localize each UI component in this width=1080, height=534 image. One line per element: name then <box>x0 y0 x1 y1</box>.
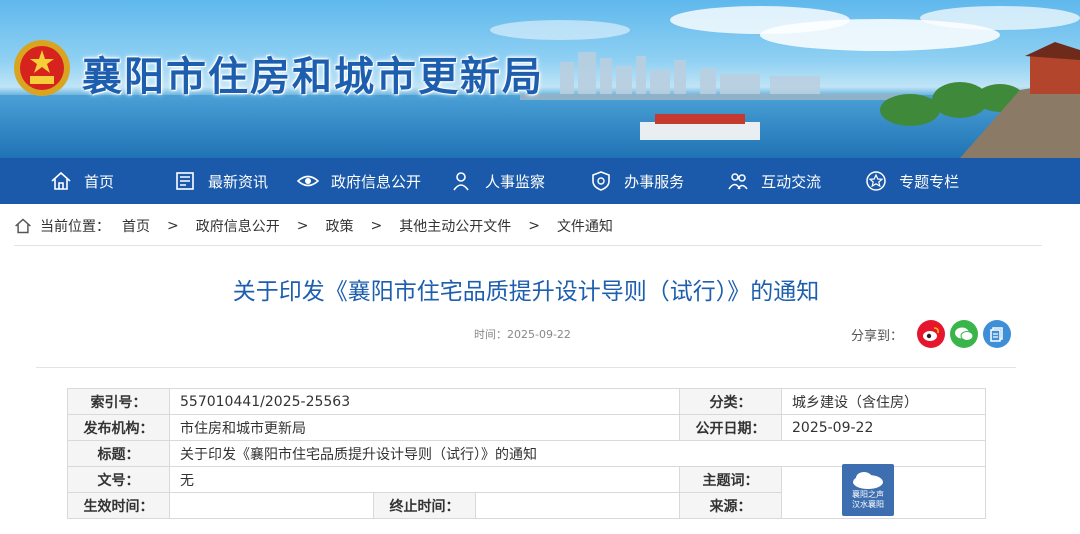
source-label: 来源： <box>679 492 782 519</box>
nav-label: 办事服务 <box>624 172 685 191</box>
end-label: 终止时间： <box>373 492 476 519</box>
weibo-icon <box>923 327 939 341</box>
keywords-label: 主题词： <box>679 466 782 493</box>
home-icon <box>15 218 31 234</box>
cloud-icon <box>853 472 883 489</box>
eye-icon <box>297 175 320 187</box>
nav-item-home[interactable]: 首页 <box>50 158 114 204</box>
docno-value: 无 <box>169 466 680 493</box>
share-copy-button[interactable] <box>983 320 1012 348</box>
breadcrumb-separator: > <box>296 218 309 234</box>
watermark-text: 汉水襄阳 <box>852 500 884 509</box>
nav-label: 人事监察 <box>485 172 546 191</box>
copy-icon <box>990 327 1003 342</box>
nav-item-gov-info[interactable]: 政府信息公开 <box>297 158 421 204</box>
category-value: 城乡建设（含住房） <box>781 388 986 415</box>
breadcrumb-prefix: 当前位置： <box>40 219 110 235</box>
end-value <box>475 492 680 519</box>
person-icon <box>453 172 469 191</box>
wechat-icon <box>955 327 974 341</box>
nav-label: 最新资讯 <box>208 172 269 191</box>
index-value: 557010441/2025-25563 <box>169 388 680 415</box>
nav-item-personnel[interactable]: 人事监察 <box>451 158 545 204</box>
table-row: 文号： 无 主题词： 襄阳之声 汉水襄阳 <box>67 464 986 519</box>
shield-icon <box>592 171 610 191</box>
publish-time: 时间：2025-09-22 <box>474 328 571 341</box>
watermark-logo: 襄阳之声 汉水襄阳 <box>842 464 894 516</box>
divider <box>14 245 1042 246</box>
date-value: 2025-09-22 <box>781 414 986 441</box>
effective-value <box>169 492 374 519</box>
nav-item-news[interactable]: 最新资讯 <box>174 158 268 204</box>
main-nav: 首页 最新资讯 政府信息公开 人事监察 办事服务 互动交流 专题专栏 <box>0 158 1080 204</box>
site-banner: 襄阳市住房和城市更新局 <box>0 0 1080 158</box>
nav-label: 政府信息公开 <box>331 172 422 191</box>
breadcrumb-policy[interactable]: 政策 <box>325 216 353 236</box>
share-bar: 分享到： <box>851 320 1016 348</box>
docno-label: 文号： <box>67 466 170 493</box>
nav-item-interaction[interactable]: 互动交流 <box>727 158 821 204</box>
title-value: 关于印发《襄阳市住宅品质提升设计导则（试行）》的通知 <box>169 440 986 467</box>
effective-label: 生效时间： <box>67 492 170 519</box>
share-weibo-button[interactable] <box>917 320 946 348</box>
star-icon <box>866 171 886 191</box>
home-icon <box>51 171 71 190</box>
site-title: 襄阳市住房和城市更新局 <box>82 54 544 100</box>
document-meta-table: 索引号： 557010441/2025-25563 分类： 城乡建设（含住房） … <box>67 388 986 519</box>
breadcrumb-separator: > <box>528 218 540 234</box>
people-icon <box>728 173 748 190</box>
national-emblem-icon <box>14 40 70 96</box>
divider <box>36 367 1016 368</box>
table-row: 发布机构： 市住房和城市更新局 公开日期： 2025-09-22 <box>67 414 986 441</box>
breadcrumb-home[interactable]: 首页 <box>122 216 150 236</box>
breadcrumb-gov-info[interactable]: 政府信息公开 <box>196 216 280 236</box>
date-label: 公开日期： <box>679 414 782 441</box>
table-row: 标题： 关于印发《襄阳市住宅品质提升设计导则（试行）》的通知 <box>67 440 986 467</box>
nav-label: 首页 <box>84 172 115 191</box>
nav-label: 互动交流 <box>761 172 822 191</box>
publisher-value: 市住房和城市更新局 <box>169 414 680 441</box>
breadcrumb-other-files[interactable]: 其他主动公开文件 <box>399 216 511 236</box>
nav-item-special[interactable]: 专题专栏 <box>865 158 959 204</box>
index-label: 索引号： <box>67 388 170 415</box>
breadcrumb: 当前位置： 首页 > 政府信息公开 > 政策 > 其他主动公开文件 > 文件通知 <box>14 213 613 239</box>
table-row: 索引号： 557010441/2025-25563 分类： 城乡建设（含住房） <box>67 388 986 415</box>
article-title: 关于印发《襄阳市住宅品质提升设计导则（试行）》的通知 <box>232 279 820 305</box>
category-label: 分类： <box>679 388 782 415</box>
nav-item-services[interactable]: 办事服务 <box>590 158 684 204</box>
breadcrumb-separator: > <box>370 218 383 234</box>
watermark-text: 襄阳之声 <box>852 490 884 499</box>
news-icon <box>176 172 194 190</box>
share-label: 分享到： <box>851 328 904 344</box>
title-label: 标题： <box>67 440 170 467</box>
keywords-value: 襄阳之声 汉水襄阳 <box>781 464 986 519</box>
share-wechat-button[interactable] <box>950 320 979 348</box>
breadcrumb-notices[interactable]: 文件通知 <box>557 216 613 236</box>
breadcrumb-separator: > <box>167 218 179 234</box>
nav-label: 专题专栏 <box>899 172 960 191</box>
publisher-label: 发布机构： <box>67 414 170 441</box>
